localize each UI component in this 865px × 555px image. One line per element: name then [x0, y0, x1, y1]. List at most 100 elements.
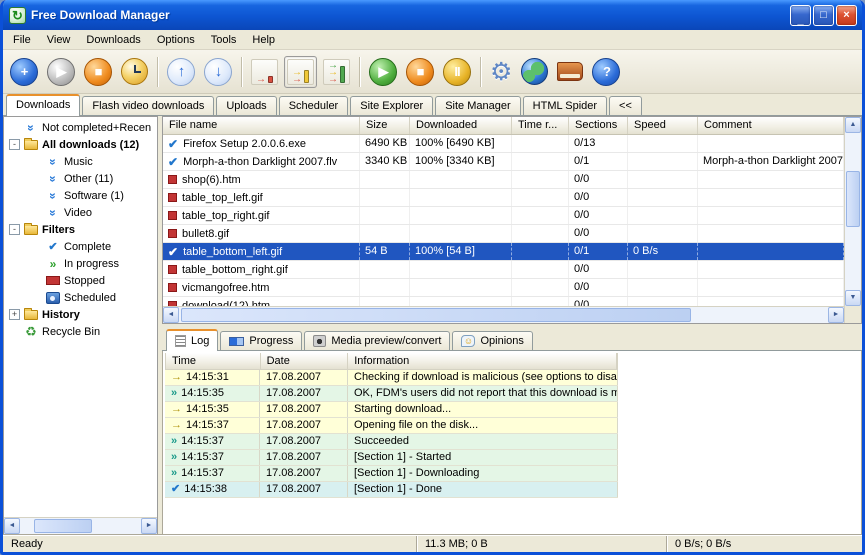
download-row[interactable]: download(12).htm0/0 — [163, 297, 844, 306]
sidebar-item-in-progress[interactable]: »In progress — [4, 255, 157, 272]
log-row[interactable]: ✔14:15:3817.08.2007[Section 1] - Done — [165, 482, 618, 498]
download-row[interactable]: ✔table_bottom_left.gif54 B100% [54 B]0/1… — [163, 243, 844, 261]
column-header-sections[interactable]: Sections — [569, 117, 628, 134]
speed-limit-light-button[interactable]: → — [248, 56, 281, 88]
scroll-track[interactable] — [20, 518, 141, 534]
sidebar-item-all-downloads-12[interactable]: -All downloads (12) — [4, 136, 157, 153]
column-header-size[interactable]: Size — [360, 117, 410, 134]
sidebar-item-not-completed-recen[interactable]: »Not completed+Recen — [4, 119, 157, 136]
scroll-up-button[interactable]: ▲ — [845, 117, 861, 133]
scroll-thumb[interactable] — [846, 171, 860, 227]
download-row[interactable]: bullet8.gif0/0 — [163, 225, 844, 243]
start-download-button[interactable]: ▶ — [44, 55, 78, 89]
menu-help[interactable]: Help — [244, 32, 283, 48]
scroll-right-button[interactable]: ► — [141, 518, 157, 534]
scroll-right-button[interactable]: ► — [828, 307, 844, 323]
log-column-header-time[interactable]: Time — [166, 353, 261, 369]
move-down-button[interactable]: ↓ — [201, 55, 235, 89]
log-row[interactable]: →14:15:3117.08.2007Checking if download … — [165, 370, 618, 386]
sidebar-item-history[interactable]: +History — [4, 306, 157, 323]
scroll-thumb[interactable] — [34, 519, 92, 533]
about-button[interactable]: ? — [589, 55, 623, 89]
scroll-left-button[interactable]: ◄ — [4, 518, 20, 534]
menu-options[interactable]: Options — [149, 32, 203, 48]
sidebar-item-scheduled[interactable]: Scheduled — [4, 289, 157, 306]
sidebar-horizontal-scrollbar[interactable]: ◄ ► — [4, 517, 157, 534]
tab-downloads[interactable]: Downloads — [6, 94, 80, 116]
expander-icon[interactable]: - — [9, 224, 20, 235]
downloads-vertical-scrollbar[interactable]: ▲ ▼ — [844, 117, 861, 323]
tab-site-explorer[interactable]: Site Explorer — [350, 96, 433, 115]
menu-tools[interactable]: Tools — [203, 32, 245, 48]
download-row[interactable]: ✔Morph-a-thon Darklight 2007.flv3340 KB1… — [163, 153, 844, 171]
sidebar-item-software-1[interactable]: »Software (1) — [4, 187, 157, 204]
tab-site-manager[interactable]: Site Manager — [435, 96, 520, 115]
tab-html-spider[interactable]: HTML Spider — [523, 96, 607, 115]
sidebar-item-filters[interactable]: -Filters — [4, 221, 157, 238]
download-row[interactable]: ✔Firefox Setup 2.0.0.6.exe6490 KB100% [6… — [163, 135, 844, 153]
column-header-speed[interactable]: Speed — [628, 117, 698, 134]
stop-download-button[interactable]: ■ — [81, 55, 115, 89]
cell-comment — [698, 135, 844, 152]
download-row[interactable]: table_bottom_right.gif0/0 — [163, 261, 844, 279]
network-connection-button[interactable] — [518, 55, 551, 88]
resume-all-button[interactable]: ▶ — [366, 55, 400, 89]
cell-sections: 0/0 — [569, 261, 628, 278]
bottom-tab-progress[interactable]: Progress — [220, 331, 302, 350]
log-row[interactable]: »14:15:3717.08.2007[Section 1] - Started — [165, 450, 618, 466]
sidebar-item-recycle-bin[interactable]: ♻Recycle Bin — [4, 323, 157, 340]
scroll-thumb[interactable] — [181, 308, 691, 322]
minimize-button[interactable]: _ — [790, 5, 811, 26]
log-row[interactable]: →14:15:3717.08.2007Opening file on the d… — [165, 418, 618, 434]
log-column-header-date[interactable]: Date — [261, 353, 349, 369]
expander-icon[interactable]: + — [9, 309, 20, 320]
log-row[interactable]: »14:15:3517.08.2007OK, FDM's users did n… — [165, 386, 618, 402]
close-button[interactable]: × — [836, 5, 857, 26]
move-up-button[interactable]: ↑ — [164, 55, 198, 89]
tab-collapse-tabs[interactable]: << — [609, 96, 642, 115]
bottom-tab-opinions[interactable]: ☺Opinions — [452, 331, 532, 350]
scroll-track[interactable] — [179, 307, 828, 323]
download-row[interactable]: shop(6).htm0/0 — [163, 171, 844, 189]
scroll-track[interactable] — [845, 133, 861, 290]
sidebar-item-stopped[interactable]: Stopped — [4, 272, 157, 289]
sidebar-item-video[interactable]: »Video — [4, 204, 157, 221]
sidebar-item-other-11[interactable]: »Other (11) — [4, 170, 157, 187]
download-row[interactable]: vicmangofree.htm0/0 — [163, 279, 844, 297]
downloads-horizontal-scrollbar[interactable]: ◄ ► — [163, 306, 844, 323]
tab-flash-video-downloads[interactable]: Flash video downloads — [82, 96, 214, 115]
bottom-tab-media-preview-convert[interactable]: Media preview/convert — [304, 331, 450, 350]
menu-file[interactable]: File — [5, 32, 39, 48]
speed-full-button[interactable]: →→→ — [320, 56, 353, 88]
column-header-file-name[interactable]: File name — [163, 117, 360, 134]
pause-all-button[interactable]: II — [440, 55, 474, 89]
expander-icon[interactable]: - — [9, 139, 20, 150]
column-header-time-r[interactable]: Time r... — [512, 117, 569, 134]
cell-downloaded — [410, 171, 512, 188]
scroll-left-button[interactable]: ◄ — [163, 307, 179, 323]
scroll-down-button[interactable]: ▼ — [845, 290, 861, 306]
menu-downloads[interactable]: Downloads — [78, 32, 148, 48]
log-row[interactable]: »14:15:3717.08.2007Succeeded — [165, 434, 618, 450]
column-header-downloaded[interactable]: Downloaded — [410, 117, 512, 134]
download-row[interactable]: table_top_right.gif0/0 — [163, 207, 844, 225]
add-download-button[interactable]: + — [7, 55, 41, 89]
log-row[interactable]: →14:15:3517.08.2007Starting download... — [165, 402, 618, 418]
menu-view[interactable]: View — [39, 32, 79, 48]
tab-scheduler[interactable]: Scheduler — [279, 96, 349, 115]
maximize-button[interactable]: □ — [813, 5, 834, 26]
scheduler-button[interactable] — [118, 55, 151, 88]
bottom-tab-log[interactable]: Log — [166, 329, 218, 351]
tab-uploads[interactable]: Uploads — [216, 96, 276, 115]
stop-all-button[interactable]: ■ — [403, 55, 437, 89]
speed-limit-medium-button[interactable]: →→ — [284, 56, 317, 88]
log-row[interactable]: »14:15:3717.08.2007[Section 1] - Downloa… — [165, 466, 618, 482]
log-column-header-information[interactable]: Information — [348, 353, 617, 369]
log-time-cell: »14:15:37 — [165, 434, 260, 449]
sidebar-item-complete[interactable]: ✔Complete — [4, 238, 157, 255]
help-contents-button[interactable] — [554, 59, 586, 84]
options-button[interactable]: ⚙ — [487, 56, 515, 88]
sidebar-item-music[interactable]: »Music — [4, 153, 157, 170]
column-header-comment[interactable]: Comment — [698, 117, 844, 134]
download-row[interactable]: table_top_left.gif0/0 — [163, 189, 844, 207]
